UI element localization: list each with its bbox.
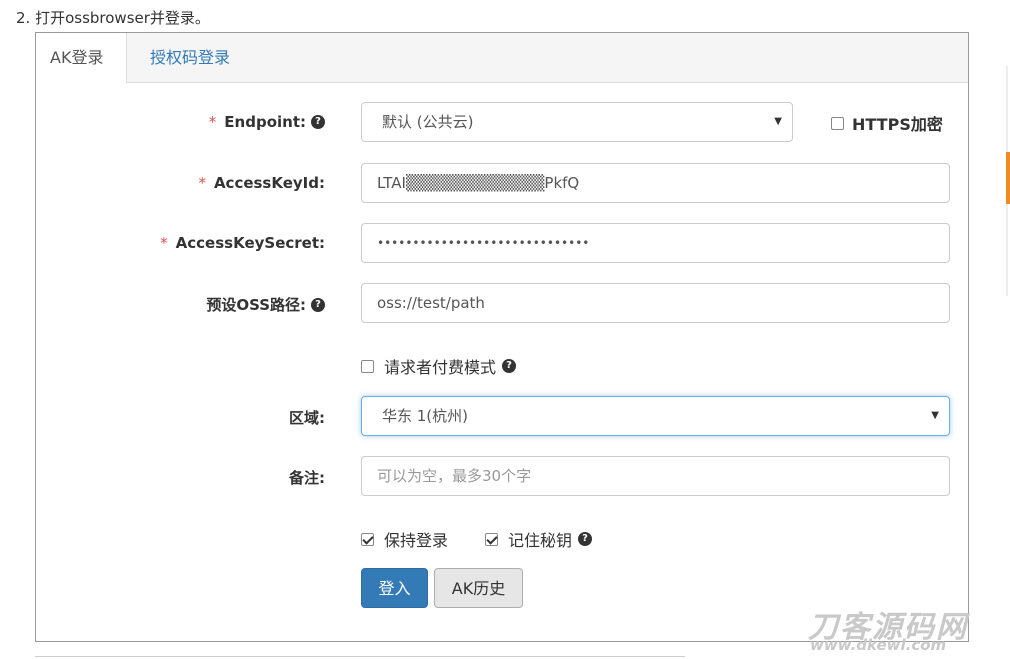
access-key-secret-input[interactable]: •••••••••••••••••••••••••••••• <box>361 223 950 263</box>
note-label: 备注: <box>289 469 325 487</box>
tab-bar: AK登录 授权码登录 <box>36 33 968 83</box>
https-label: HTTPS加密 <box>852 115 943 134</box>
remember-secret-label: 记住秘钥 <box>508 531 573 550</box>
keep-login-label: 保持登录 <box>384 531 449 550</box>
access-key-id-label-group: * AccessKeyId: <box>198 174 325 192</box>
required-mark: * <box>208 113 217 131</box>
keep-login-checkbox[interactable] <box>361 532 374 546</box>
chevron-down-icon: ▼ <box>774 116 782 127</box>
page-scroll-indicator[interactable] <box>1006 152 1010 204</box>
access-key-secret-label: AccessKeySecret: <box>175 234 325 252</box>
required-mark: * <box>160 234 168 252</box>
note-input[interactable]: 可以为空，最多30个字 <box>361 456 950 496</box>
access-key-id-label: AccessKeyId: <box>213 174 325 192</box>
region-select[interactable]: 华东 1(杭州) ▼ <box>361 396 950 436</box>
login-panel: AK登录 授权码登录 * Endpoint: ? 默认 (公共云) ▼ HTTP… <box>35 32 969 642</box>
endpoint-select[interactable]: 默认 (公共云) ▼ <box>361 102 793 142</box>
oss-path-label-group: 预设OSS路径: ? <box>206 294 325 315</box>
watermark-url: www.dkewl.com <box>810 636 947 654</box>
https-checkbox[interactable] <box>831 116 844 130</box>
access-key-id-input[interactable]: LTAI▒▒▒▒▒▒▒▒▒▒▒▒PkfQ <box>361 163 950 203</box>
https-option[interactable]: HTTPS加密 <box>831 111 943 135</box>
endpoint-value: 默认 (公共云) <box>382 113 474 131</box>
chevron-down-icon: ▼ <box>931 410 939 421</box>
remember-secret-checkbox[interactable] <box>485 532 498 546</box>
tab-auth-code-login[interactable]: 授权码登录 <box>136 33 244 82</box>
question-icon[interactable]: ? <box>311 115 325 129</box>
ak-history-button[interactable]: AK历史 <box>434 568 523 608</box>
region-label: 区域: <box>289 409 325 427</box>
question-icon[interactable]: ? <box>578 532 593 546</box>
divider <box>35 656 685 657</box>
region-value: 华东 1(杭州) <box>382 407 469 425</box>
endpoint-label: Endpoint: <box>224 113 306 131</box>
region-label-group: 区域: <box>289 407 325 428</box>
note-label-group: 备注: <box>289 467 325 488</box>
tab-ak-login[interactable]: AK登录 <box>36 33 127 83</box>
login-button[interactable]: 登入 <box>361 568 428 608</box>
oss-path-label: 预设OSS路径: <box>206 296 306 314</box>
requester-pays-checkbox[interactable] <box>361 359 374 373</box>
requester-pays-label: 请求者付费模式 <box>384 358 497 377</box>
question-icon[interactable]: ? <box>311 297 325 312</box>
access-key-secret-label-group: * AccessKeySecret: <box>160 234 325 252</box>
requester-pays-option[interactable]: 请求者付费模式 ? <box>361 354 517 378</box>
endpoint-label-group: * Endpoint: ? <box>209 113 325 131</box>
step-instruction: 2. 打开ossbrowser并登录。 <box>16 9 210 27</box>
required-mark: * <box>198 174 206 192</box>
question-icon[interactable]: ? <box>502 359 517 373</box>
remember-secret-option[interactable]: 记住秘钥 ? <box>485 527 593 551</box>
oss-path-input[interactable]: oss://test/path <box>361 283 950 323</box>
keep-login-option[interactable]: 保持登录 <box>361 527 448 551</box>
